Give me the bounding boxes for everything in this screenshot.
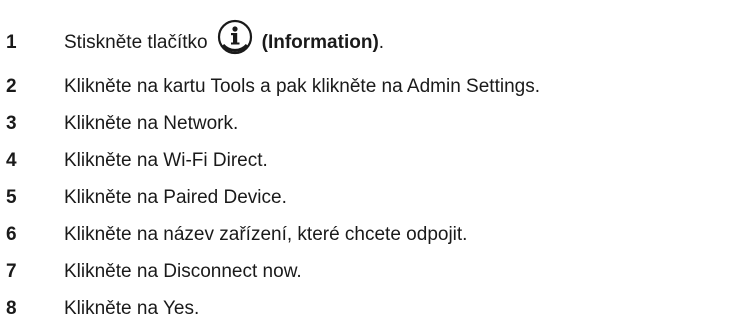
step-prefix: Stiskněte tlačítko xyxy=(64,32,208,53)
step-text: Klikněte na Disconnect now. xyxy=(64,261,302,282)
step-text: Klikněte na Yes. xyxy=(64,298,200,319)
step-text: Klikněte na kartu Tools a pak klikněte n… xyxy=(64,76,540,97)
step-number: 7 xyxy=(6,261,17,282)
step-number: 8 xyxy=(6,298,17,319)
step-number: 4 xyxy=(6,150,17,171)
step-3: 3 Klikněte na Network. xyxy=(0,109,739,139)
step-number: 3 xyxy=(6,113,17,134)
step-text: Klikněte na název zařízení, které chcete… xyxy=(64,224,468,245)
step-number: 5 xyxy=(6,187,17,208)
step-number: 2 xyxy=(6,76,17,97)
step-6: 6 Klikněte na název zařízení, které chce… xyxy=(0,220,739,250)
step-text: Stiskněte tlačítko (Information). xyxy=(64,19,385,62)
step-number: 1 xyxy=(6,32,17,53)
step-number: 6 xyxy=(6,224,17,245)
step-4: 4 Klikněte na Wi-Fi Direct. xyxy=(0,146,739,176)
step-5: 5 Klikněte na Paired Device. xyxy=(0,183,739,213)
step-1: 1 Stiskněte tlačítko (Information). xyxy=(0,19,739,58)
information-button-label: (Information) xyxy=(261,32,379,53)
step-8: 8 Klikněte na Yes. xyxy=(0,294,739,324)
step-suffix: . xyxy=(378,32,385,53)
step-text: Klikněte na Network. xyxy=(64,113,239,134)
step-text: Klikněte na Paired Device. xyxy=(64,187,287,208)
step-7: 7 Klikněte na Disconnect now. xyxy=(0,257,739,287)
info-icon xyxy=(217,19,252,55)
step-2: 2 Klikněte na kartu Tools a pak klikněte… xyxy=(0,72,739,102)
step-text: Klikněte na Wi-Fi Direct. xyxy=(64,150,268,171)
